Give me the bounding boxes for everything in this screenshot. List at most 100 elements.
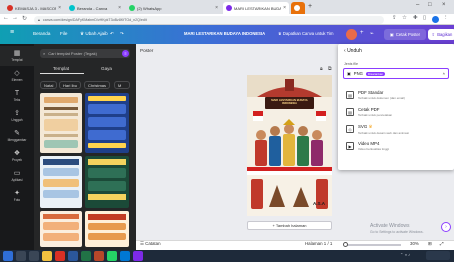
whatsapp-icon[interactable] [107,251,117,261]
template-thumbnail[interactable] [40,93,82,153]
add-collaborator-icon[interactable]: + [360,30,364,36]
rail-item-photos[interactable]: ✦ Foto [0,186,34,206]
browser-tab-4[interactable]: MARI LESTARIKAN BUDAYA INDO… × [223,2,289,14]
maximize-icon[interactable]: □ [428,2,432,8]
rail-label: Elemen [11,78,23,82]
edge-icon[interactable] [120,251,130,261]
zoom-slider[interactable] [345,244,401,246]
menu-icon[interactable]: ≡ [10,29,14,36]
file-explorer-icon[interactable] [42,251,52,261]
resize-label: Ubah Ajaib [85,31,108,36]
more-icon[interactable]: ⋮ [443,15,449,21]
share-label: Bagikan [437,32,453,37]
design-title[interactable]: MARI LESTARIKAN BUDAYA INDONESIA [184,31,265,36]
file-type-select[interactable]: ▣ PNG Disarankan ˄ [343,68,449,79]
chip-natal[interactable]: Natal [40,81,58,89]
zoom-slider-handle[interactable] [343,242,348,247]
option-svg[interactable]: ◇ SVG ♛ Terbaik untuk desain web dan ani… [346,124,450,142]
browser-tab-1[interactable]: KEMASJA 3 - MASCOMO OFFI… × [4,2,64,14]
chip-more[interactable]: M [114,81,130,89]
redo-icon[interactable]: ↷ [120,31,124,37]
projects-icon: ❖ [13,150,21,157]
help-button[interactable]: › [441,222,451,232]
resize-button[interactable]: ♛ Ubah Ajaib [80,31,108,37]
task-view-icon[interactable] [29,251,39,261]
poster-canvas[interactable]: MARI LESTARIKAN BUDAYA INDONESIA A.S.A [247,75,332,216]
extensions-icon[interactable]: ✚ [413,15,418,21]
powerpoint-icon[interactable] [94,251,104,261]
file-menu[interactable]: File [60,31,67,36]
system-tray-icons[interactable]: ⌃ ◑ ♪ [400,252,410,257]
browser-tab-5[interactable] [291,2,305,14]
pro-crown-icon: ♛ [368,124,373,129]
template-thumbnail[interactable] [85,211,129,247]
analytics-icon[interactable]: ⌁ [370,30,374,37]
clock-area[interactable] [426,251,450,260]
print-poster-button[interactable]: ▣ Cetak Poster [384,29,426,40]
fullscreen-icon[interactable]: ⤢ [440,241,444,246]
rail-item-projects[interactable]: ❖ Proyek [0,146,34,166]
lock-page-icon[interactable]: 🔒︎ [320,66,323,72]
rail-label: Foto [13,198,21,202]
rail-item-elements[interactable]: ◇ Elemen [0,66,34,86]
notes-button[interactable]: ☰ Catatan [140,241,161,247]
template-thumbnail[interactable] [85,93,129,153]
template-thumbnail[interactable] [40,156,82,208]
sidepanel-icon[interactable]: ▯ [423,15,426,21]
url-bar[interactable]: 🔒︎ canva.com/design/DAFyKMabmD/vHKpkT3oB… [34,16,384,24]
window-close-icon[interactable]: × [442,2,446,8]
start-icon[interactable] [3,251,13,261]
user-avatar[interactable] [346,29,357,40]
home-link[interactable]: Beranda [33,31,50,36]
close-icon[interactable]: × [58,5,61,11]
filter-icon[interactable]: ≡ [122,50,129,57]
duplicate-page-icon[interactable]: ⧉ [328,66,332,72]
minimize-icon[interactable]: – [416,2,419,8]
excel-icon[interactable] [81,251,91,261]
tab-styles[interactable]: Gaya [101,66,112,71]
option-pdf-standard[interactable]: ▤ PDF Standar Terbaik untuk dokumen (dan… [346,90,450,108]
page-indicator[interactable]: Halaman 1 / 1 [305,241,332,246]
option-pdf-print[interactable]: ▤ Cetak PDF Terbaik untuk pencetakan [346,107,450,125]
team-cta[interactable]: ♛ Dapatkan Canva untuk Tim [278,31,333,36]
rail-item-templates[interactable]: ▦ Templat [0,46,34,66]
rail-item-apps[interactable]: ▭ Aplikasi [0,166,34,186]
tab-templates[interactable]: Templat [53,66,69,71]
close-icon[interactable]: × [118,5,121,11]
chip-christmas[interactable]: Christmas [84,81,111,89]
undo-icon[interactable]: ↶ [110,31,114,37]
search-taskbar-icon[interactable] [16,251,26,261]
rail-item-text[interactable]: T Teks [0,86,34,106]
share-button[interactable]: ⇧ Bagikan [428,29,454,40]
add-page-button[interactable]: + Tambah halaman [247,221,332,230]
canva-icon[interactable] [133,251,143,261]
template-thumbnail[interactable] [40,211,82,247]
poster-title: MARI LESTARIKAN BUDAYA INDONESIA [271,99,308,106]
profile-avatar[interactable] [432,16,439,23]
option-desc: Video berkualitas tinggi [358,147,389,151]
template-thumbnail[interactable] [85,156,129,208]
grid-view-icon[interactable]: ⊞ [428,241,432,247]
option-mp4[interactable]: ▶ Video MP4 Video berkualitas tinggi [346,141,450,159]
option-desc: Terbaik untuk pencetakan [358,113,393,117]
close-icon[interactable]: × [283,5,286,11]
star-icon[interactable]: ☆ [402,15,407,21]
template-search-input[interactable]: ⌕ Cari templat Poster (Tegak) [40,49,130,58]
rail-item-uploads[interactable]: ⇪ Unggah [0,106,34,126]
browser-tab-3[interactable]: (2) WhatsApp × [126,2,221,14]
download-back-button[interactable]: ‹ Unduh [344,48,362,54]
back-arrow-icon[interactable]: ← [3,15,9,21]
zoom-level[interactable]: 30% [410,241,419,246]
chrome-icon[interactable] [55,251,65,261]
rail-label: Unggah [11,118,23,122]
close-icon[interactable]: × [215,5,218,11]
new-tab-icon[interactable]: + [308,3,312,10]
rail-item-draw[interactable]: ✎ Menggambar [0,126,34,146]
forward-arrow-icon[interactable]: → [12,15,18,21]
chip-hari-ibu[interactable]: Hari Ibu [59,81,82,89]
browser-tab-2[interactable]: Beranda - Canva × [66,2,124,14]
word-icon[interactable] [68,251,78,261]
share-page-icon[interactable]: ⇪ [392,15,397,21]
reload-icon[interactable]: ↻ [22,15,27,22]
tab-title: Beranda - Canva [77,5,108,11]
